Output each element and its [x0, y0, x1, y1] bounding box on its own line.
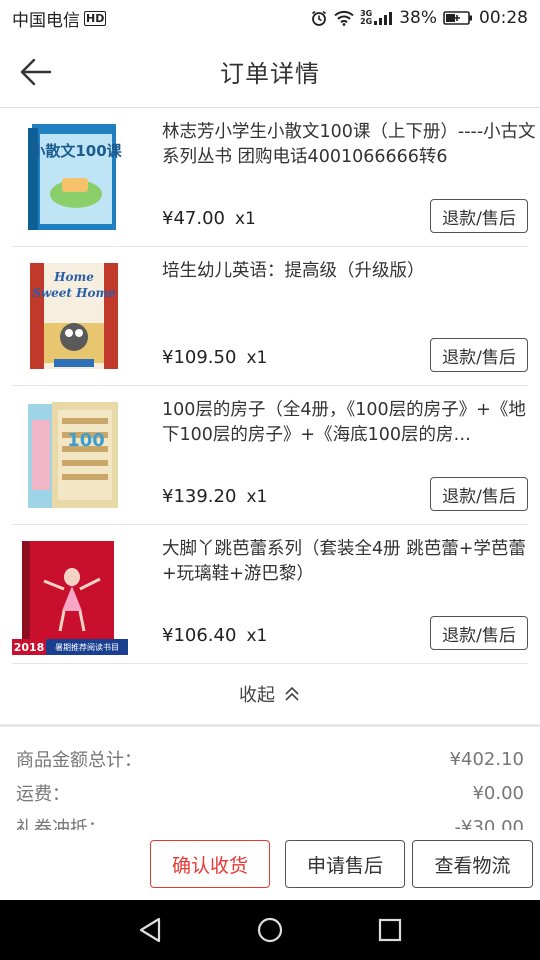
alarm-clock-icon — [310, 9, 328, 27]
battery-percent: 38% — [399, 8, 437, 28]
svg-text:Sweet Home: Sweet Home — [32, 286, 116, 300]
collapse-toggle[interactable]: 收起 — [0, 664, 540, 724]
product-title: 100层的房子（全4册，《100层的房子》+《地下100层的房子》+《海底100… — [162, 400, 526, 445]
refund-aftersale-button[interactable]: 退款/售后 — [430, 199, 528, 233]
confirm-receipt-button[interactable]: 确认收货 — [150, 840, 270, 888]
battery-charging-icon — [443, 10, 473, 26]
cellular-signal-icon: 3G 2G — [360, 10, 393, 26]
product-list: 小散文100课 林志芳小学生小散文100课（上下册）----小古文系列丛书 团购… — [0, 108, 540, 664]
page-title: 订单详情 — [220, 60, 320, 88]
system-navigation-bar — [0, 900, 540, 960]
summary-label: 运费： — [16, 784, 70, 805]
refund-aftersale-button[interactable]: 退款/售后 — [430, 477, 528, 511]
product-cover-image: 2018 暑期推荐阅读书目 — [12, 539, 128, 655]
back-button[interactable] — [14, 50, 58, 94]
app-header: 订单详情 — [0, 36, 540, 108]
product-title: 林志芳小学生小散文100课（上下册）----小古文系列丛书 团购电话400106… — [162, 122, 536, 167]
double-chevron-up-icon — [285, 686, 299, 701]
wifi-icon — [334, 10, 354, 26]
product-title: 培生幼儿英语：提高级（升级版） — [162, 261, 425, 281]
product-price: ¥106.40 x1 — [162, 625, 267, 646]
quantity: x1 — [246, 348, 268, 368]
refund-aftersale-button[interactable]: 退款/售后 — [430, 338, 528, 372]
product-item[interactable]: Home Sweet Home 培生幼儿英语：提高级（升级版） ¥109.50 x… — [12, 247, 528, 386]
circle-home-icon — [257, 917, 283, 943]
clock-time: 00:28 — [479, 8, 528, 28]
hd-voice-icon: HD — [84, 10, 107, 26]
quantity: x1 — [234, 209, 256, 229]
product-cover-image: Home Sweet Home — [26, 261, 122, 371]
product-item[interactable]: 小散文100课 林志芳小学生小散文100课（上下册）----小古文系列丛书 团购… — [12, 108, 536, 247]
summary-value: -¥30.00 — [454, 816, 524, 831]
summary-label: 商品金额总计： — [16, 750, 142, 771]
summary-row-coupon: 礼券冲抵： -¥30.00 — [16, 811, 524, 831]
refund-aftersale-button[interactable]: 退款/售后 — [430, 616, 528, 650]
summary-value: ¥402.10 — [449, 748, 524, 770]
nav-home-button[interactable] — [240, 900, 300, 960]
price-summary: 商品金额总计： ¥402.10 运费： ¥0.00 礼券冲抵： -¥30.00 — [0, 727, 540, 831]
carrier-name: 中国电信 — [12, 10, 80, 31]
product-cover-image: 100 — [26, 400, 122, 510]
product-cover-image: 小散文100课 — [26, 122, 123, 232]
quantity: x1 — [246, 487, 268, 507]
summary-label: 礼券冲抵： — [16, 818, 106, 830]
arrow-left-icon — [20, 58, 52, 86]
price-value: ¥106.40 — [162, 625, 237, 646]
quantity: x1 — [246, 626, 268, 646]
collapse-label: 收起 — [239, 685, 275, 706]
square-recents-icon — [378, 918, 402, 942]
product-price: ¥139.20 x1 — [162, 486, 267, 507]
summary-row-shipping: 运费： ¥0.00 — [16, 777, 524, 809]
network-badge-bottom: 2G — [360, 17, 373, 26]
view-logistics-button[interactable]: 查看物流 — [412, 840, 533, 888]
price-value: ¥109.50 — [162, 347, 237, 368]
svg-text:Home: Home — [53, 270, 94, 284]
nav-back-button[interactable] — [120, 900, 180, 960]
nav-recents-button[interactable] — [360, 900, 420, 960]
product-price: ¥47.00 x1 — [162, 208, 256, 229]
summary-value: ¥0.00 — [472, 782, 524, 804]
status-right: 3G 2G 38% 00:28 — [310, 8, 528, 28]
cover-badge-text: 暑期推荐阅读书目 — [55, 642, 119, 652]
bottom-action-bar: 确认收货 申请售后 查看物流 — [0, 830, 540, 900]
apply-aftersale-button[interactable]: 申请售后 — [285, 840, 405, 888]
cover-title-text: 100 — [67, 430, 105, 451]
triangle-back-icon — [139, 917, 161, 943]
cover-title-text: 小散文100课 — [30, 142, 122, 160]
product-title: 大脚丫跳芭蕾系列（套装全4册 跳芭蕾+学芭蕾+玩璃鞋+游巴黎） — [162, 539, 526, 584]
product-price: ¥109.50 x1 — [162, 347, 267, 368]
status-left: 中国电信 HD — [12, 6, 107, 31]
price-value: ¥47.00 — [162, 208, 225, 229]
cover-badge-year: 2018 — [14, 641, 45, 654]
summary-row-subtotal: 商品金额总计： ¥402.10 — [16, 743, 524, 775]
price-value: ¥139.20 — [162, 486, 237, 507]
product-item[interactable]: 2018 暑期推荐阅读书目 大脚丫跳芭蕾系列（套装全4册 跳芭蕾+学芭蕾+玩璃鞋… — [12, 525, 528, 664]
product-item[interactable]: 100 100层的房子（全4册，《100层的房子》+《地下100层的房子》+《海… — [12, 386, 528, 525]
status-bar: 中国电信 HD 3G 2G 38% 00:28 — [0, 0, 540, 36]
